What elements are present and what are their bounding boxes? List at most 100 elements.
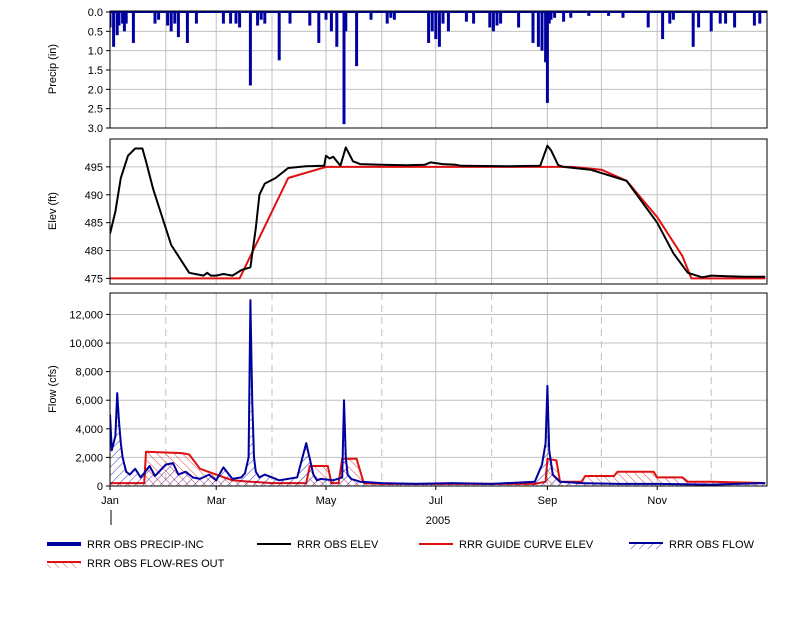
- y-tick-label: 12,000: [69, 309, 103, 321]
- y-tick-label: 485: [85, 218, 103, 230]
- precip-bars: [110, 11, 767, 125]
- precip-bar: [317, 12, 321, 43]
- y-tick-label: 1.0: [88, 46, 103, 58]
- precip-bar: [308, 12, 312, 26]
- y-tick-label: 480: [85, 246, 103, 258]
- legend-label: RRR GUIDE CURVE ELEV: [459, 539, 594, 551]
- elev-grid: [110, 139, 767, 284]
- x-tick-label: Jul: [429, 495, 443, 507]
- precip-bar: [256, 12, 260, 26]
- y-tick-label: 4,000: [75, 424, 103, 436]
- legend-item: RRR OBS FLOW: [629, 539, 755, 551]
- x-axis-year-label: 2005: [426, 515, 450, 527]
- y-tick-label: 2.0: [88, 84, 103, 96]
- precip-bar: [446, 12, 450, 32]
- precip-bar: [752, 12, 756, 26]
- precip-bar: [173, 12, 177, 24]
- precip-bar: [238, 12, 242, 28]
- precip-bar: [248, 12, 252, 86]
- precip-bar: [221, 12, 225, 24]
- legend-item: RRR OBS ELEV: [257, 539, 379, 551]
- precip-bar: [488, 12, 492, 28]
- x-tick-label: Jan: [101, 495, 119, 507]
- y-tick-label: 0.5: [88, 26, 103, 38]
- precip-bar: [691, 12, 695, 47]
- precip-bar: [531, 12, 535, 43]
- y-tick-label: 490: [85, 190, 103, 202]
- legend-item: RRR OBS PRECIP-INC: [47, 539, 204, 551]
- legend-item: RRR OBS FLOW-RES OUT: [47, 558, 225, 570]
- precip-bar: [437, 12, 441, 47]
- precip-bar: [194, 12, 198, 24]
- precip-bar: [385, 12, 389, 24]
- precip-bar: [324, 12, 328, 20]
- y-tick-label: 2.5: [88, 104, 103, 116]
- y-tick-label: 3.0: [88, 123, 103, 135]
- legend-label: RRR OBS PRECIP-INC: [87, 539, 204, 551]
- precip-bar: [277, 12, 281, 61]
- precip-bar: [229, 12, 233, 24]
- precip-bar: [131, 12, 135, 43]
- x-tick-label: Nov: [647, 495, 667, 507]
- legend-swatch-hatch: [47, 563, 81, 568]
- precip-bar: [495, 12, 499, 26]
- precip-bar: [709, 12, 713, 32]
- y-tick-label: 6,000: [75, 395, 103, 407]
- precip-bar: [288, 12, 292, 24]
- hydrograph-chart: 0.0 0.5 1.0 1.5 2.0 2.5 3.0 Precip (in) 475 480…: [47, 7, 768, 570]
- flow-grid: [110, 293, 767, 487]
- elev-panel: 475 480 485 490 495 Elev (ft): [47, 138, 768, 285]
- legend: RRR OBS PRECIP-INC RRR OBS ELEV RRR GUIDE …: [47, 539, 755, 570]
- precip-bar: [166, 12, 170, 26]
- elev-y-axis-label: Elev (ft): [47, 192, 59, 230]
- precip-bar: [733, 12, 737, 28]
- elev-y-ticks: 475 480 485 490 495: [85, 162, 110, 285]
- precip-bar: [661, 12, 665, 40]
- obs-flow-area: [110, 300, 766, 486]
- precip-bar: [157, 12, 161, 20]
- precip-bar: [562, 12, 566, 22]
- precip-bar: [153, 12, 157, 24]
- legend-label: RRR OBS FLOW-RES OUT: [87, 558, 225, 570]
- precip-bar: [169, 12, 173, 32]
- legend-label: RRR OBS ELEV: [297, 539, 379, 551]
- legend-swatch-precip: [47, 542, 81, 546]
- precip-bar: [671, 12, 675, 20]
- precip-bar: [430, 12, 434, 32]
- precip-bar: [724, 12, 728, 24]
- precip-bar: [646, 12, 650, 28]
- legend-item: RRR GUIDE CURVE ELEV: [419, 539, 594, 551]
- precip-bar: [392, 12, 396, 20]
- precip-bar: [499, 12, 503, 24]
- precip-bar: [369, 12, 373, 20]
- flow-x-ticks: Jan Mar May Jul Sep Nov: [101, 486, 667, 507]
- flow-panel: 0 2,000 4,000 6,000 8,000 10,000 12,000 Flow (…: [47, 292, 768, 527]
- precip-bar: [234, 12, 238, 24]
- precip-bar: [540, 12, 544, 51]
- obs-elev-line: [110, 144, 766, 279]
- precip-bar: [697, 12, 701, 28]
- precip-bar: [112, 12, 116, 47]
- x-tick-label: May: [316, 495, 337, 507]
- flow-areas: [110, 299, 766, 486]
- precip-bar: [263, 12, 267, 24]
- precip-bar: [549, 12, 553, 20]
- precip-bar: [117, 12, 121, 26]
- precip-bar: [545, 12, 549, 103]
- precip-bar: [329, 12, 333, 32]
- precip-bar: [259, 12, 263, 20]
- y-tick-label: 2,000: [75, 452, 103, 464]
- y-tick-label: 0: [97, 481, 103, 493]
- flow-y-axis-label: Flow (cfs): [47, 365, 59, 413]
- precip-bar: [758, 12, 762, 24]
- elev-lines: [110, 144, 766, 280]
- legend-swatch-hatch: [629, 544, 663, 549]
- elev-frame: [109, 138, 768, 285]
- y-tick-label: 475: [85, 273, 103, 285]
- precip-bar: [124, 12, 128, 24]
- flow-y-ticks: 0 2,000 4,000 6,000 8,000 10,000 12,000: [69, 309, 110, 493]
- precip-y-axis-label: Precip (in): [47, 44, 59, 94]
- precip-bar: [176, 12, 180, 38]
- precip-bar: [536, 12, 540, 47]
- legend-label: RRR OBS FLOW: [669, 539, 755, 551]
